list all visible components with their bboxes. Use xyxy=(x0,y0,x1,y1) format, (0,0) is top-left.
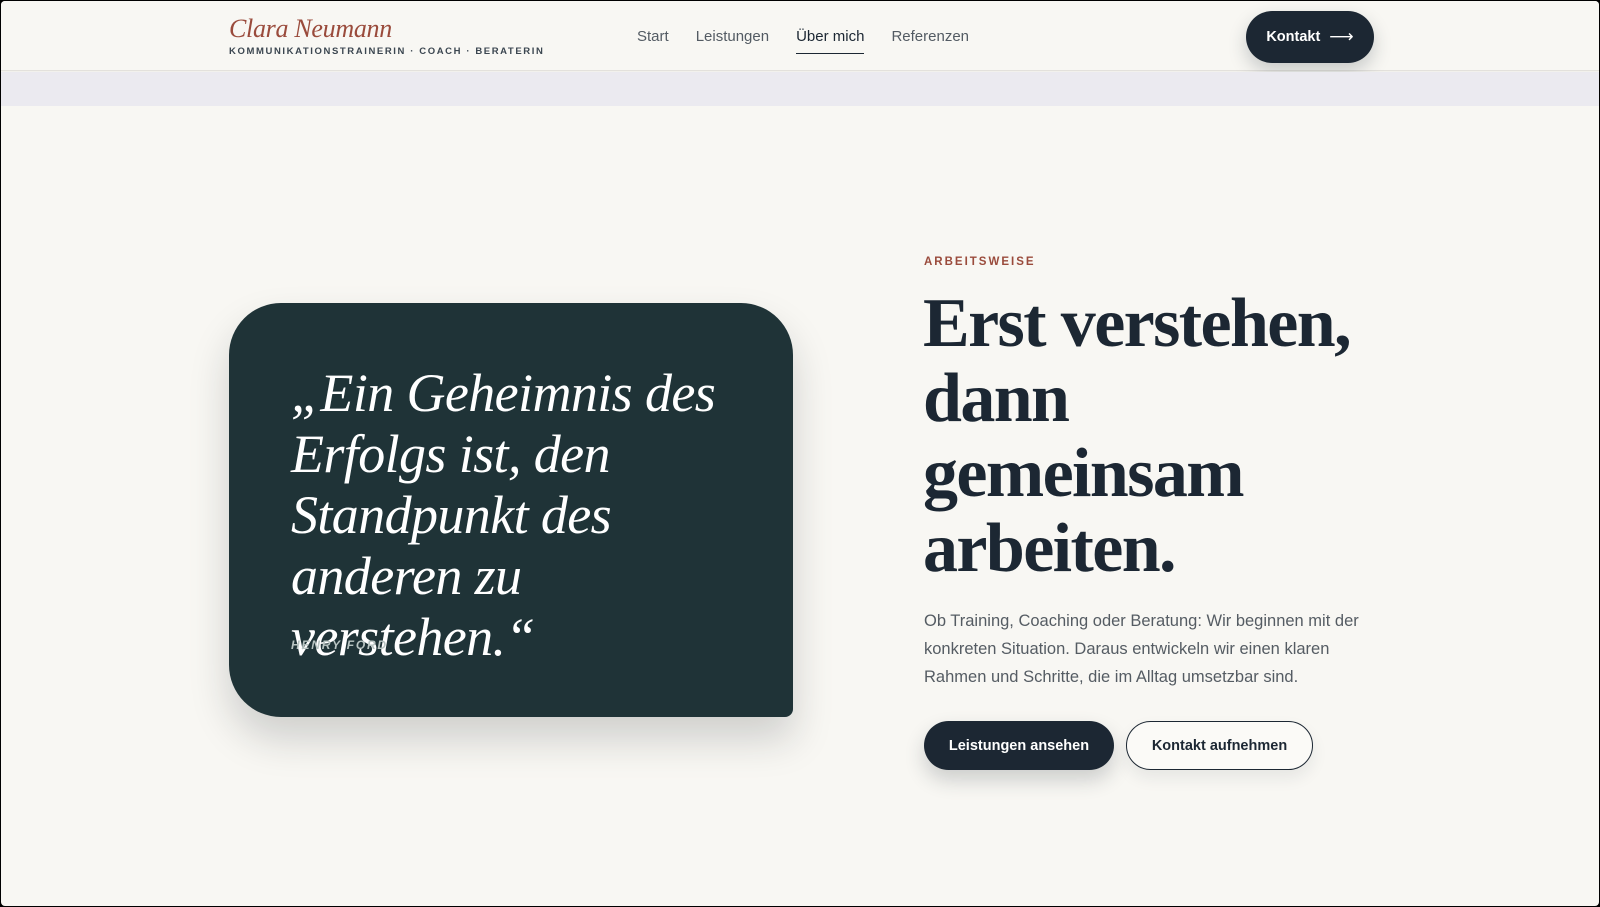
contact-request-button[interactable]: Kontakt aufnehmen xyxy=(1126,721,1313,770)
contact-button-label: Kontakt xyxy=(1266,29,1321,45)
main-nav: Start Leistungen Über mich Referenzen xyxy=(637,1,996,71)
brand-logo[interactable]: Clara Neumann KOMMUNIKATIONSTRAINERIN · … xyxy=(229,14,545,58)
brand-name: Clara Neumann xyxy=(229,14,392,43)
site-header: Clara Neumann KOMMUNIKATIONSTRAINERIN · … xyxy=(1,1,1599,71)
nav-item-start[interactable]: Start xyxy=(637,1,669,71)
section-lead: Ob Training, Coaching oder Beratung: Wir… xyxy=(924,612,1359,686)
section-eyebrow: ARBEITSWEISE xyxy=(924,256,1036,268)
nav-item-leistungen[interactable]: Leistungen xyxy=(696,1,769,71)
quote-author: HENRY FORD xyxy=(291,638,388,652)
brand-tagline: KOMMUNIKATIONSTRAINERIN · COACH · BERATE… xyxy=(229,46,545,57)
header-band xyxy=(1,72,1599,106)
page-frame: Clara Neumann KOMMUNIKATIONSTRAINERIN · … xyxy=(1,1,1599,906)
quote-text: „Ein Geheimnis des Erfolgs ist, den Stan… xyxy=(291,363,716,667)
arrow-right-icon: ⟶ xyxy=(1329,27,1354,46)
quote-card: „Ein Geheimnis des Erfolgs ist, den Stan… xyxy=(229,303,793,717)
nav-item-referenzen[interactable]: Referenzen xyxy=(891,1,969,71)
services-button[interactable]: Leistungen ansehen xyxy=(924,721,1114,770)
contact-button[interactable]: Kontakt ⟶ xyxy=(1246,11,1374,63)
nav-item-ueber-mich[interactable]: Über mich xyxy=(796,1,865,71)
section-headline: Erst verstehen, dann gemeinsam arbeiten. xyxy=(923,285,1352,587)
